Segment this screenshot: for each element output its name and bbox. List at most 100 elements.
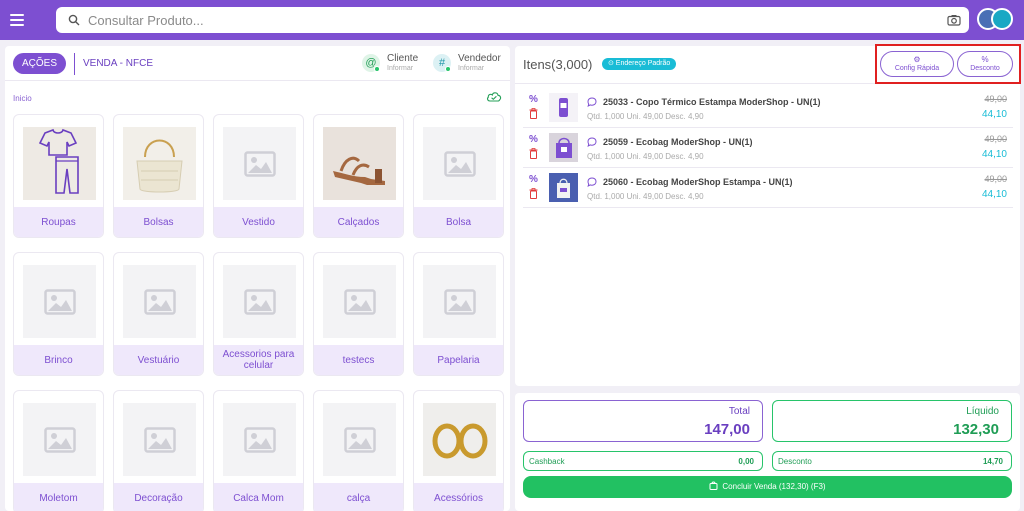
- category-image: [323, 265, 396, 338]
- finish-sale-button[interactable]: Concluir Venda (132,30) (F3): [523, 476, 1012, 498]
- status-dot: [374, 66, 380, 72]
- search-input[interactable]: [88, 10, 928, 30]
- comment-icon[interactable]: [587, 137, 597, 147]
- item-price: 44,10: [981, 189, 1007, 200]
- image-placeholder-icon: [444, 151, 476, 177]
- category-tile[interactable]: Bolsa: [413, 114, 504, 238]
- category-label: Bolsa: [414, 207, 503, 237]
- category-image: [223, 265, 296, 338]
- discount-total-value: 14,70: [982, 457, 1003, 466]
- image-placeholder-icon: [44, 289, 76, 315]
- cashback-field[interactable]: Cashback 0,00: [523, 451, 763, 471]
- category-tile[interactable]: testecs: [313, 252, 404, 376]
- divider: [74, 53, 75, 75]
- category-label: Calçados: [314, 207, 403, 237]
- item-meta: Qtd. 1,000 Uni. 49,00 Desc. 4,90: [587, 112, 704, 121]
- menu-icon[interactable]: [9, 11, 25, 27]
- client-sub: Informar: [387, 65, 414, 72]
- camera-icon[interactable]: [947, 13, 961, 27]
- totals-panel: Total 147,00 Líquido 132,30 Cashback 0,0…: [515, 393, 1020, 511]
- item-price: 44,10: [981, 149, 1007, 160]
- image-placeholder-icon: [344, 427, 376, 453]
- category-label: Vestido: [214, 207, 303, 237]
- quick-config-label: Config Rápida: [894, 65, 940, 72]
- category-tile[interactable]: Acessorios para celular: [213, 252, 304, 376]
- client-selector[interactable]: @ Cliente Informar: [362, 52, 422, 76]
- trash-icon[interactable]: [529, 108, 538, 119]
- category-label: Calca Mom: [214, 483, 303, 511]
- net-value: 132,30: [953, 421, 999, 438]
- cart-icon: [709, 481, 718, 490]
- category-tile[interactable]: Papelaria: [413, 252, 504, 376]
- category-tile[interactable]: Vestido: [213, 114, 304, 238]
- discount-field[interactable]: Desconto 14,70: [772, 451, 1012, 471]
- category-tile[interactable]: calça: [313, 390, 404, 511]
- category-tile[interactable]: Calçados: [313, 114, 404, 238]
- quick-config-button[interactable]: ⚙ Config Rápida: [880, 51, 954, 77]
- actions-button[interactable]: AÇÕES: [13, 53, 66, 74]
- item-name: 25059 - Ecobag ModerShop - UN(1): [603, 137, 753, 147]
- seller-selector[interactable]: # Vendedor Informar: [433, 52, 503, 76]
- search-icon: [68, 14, 80, 26]
- breadcrumb[interactable]: Inicio: [13, 94, 32, 103]
- category-image: [123, 403, 196, 476]
- list-item[interactable]: % 25033 - Copo Térmico Estampa ModerShop…: [523, 89, 1013, 128]
- category-tile[interactable]: Decoração: [113, 390, 204, 511]
- item-name: 25033 - Copo Térmico Estampa ModerShop -…: [603, 97, 821, 107]
- sale-header: AÇÕES VENDA - NFCE @ Cliente Informar # …: [5, 46, 510, 81]
- category-tile[interactable]: Acessórios: [413, 390, 504, 511]
- address-badge[interactable]: ⊙ Endereço Padrão: [602, 58, 677, 70]
- discount-label: Desconto: [970, 65, 1000, 72]
- category-label: Papelaria: [414, 345, 503, 375]
- gear-icon: ⚙: [913, 55, 921, 64]
- category-tile[interactable]: Calca Mom: [213, 390, 304, 511]
- earrings-image: [423, 403, 496, 476]
- items-title: Itens(3,000): [523, 57, 593, 72]
- category-tile[interactable]: Bolsas: [113, 114, 204, 238]
- discount-total-label: Desconto: [778, 457, 812, 466]
- comment-icon[interactable]: [587, 97, 597, 107]
- trash-icon[interactable]: [529, 148, 538, 159]
- category-tile[interactable]: Roupas: [13, 114, 104, 238]
- sandal-image: [323, 127, 396, 200]
- category-image: [323, 127, 396, 200]
- image-placeholder-icon: [44, 427, 76, 453]
- avatar[interactable]: [991, 8, 1013, 30]
- percent-icon[interactable]: %: [529, 134, 538, 145]
- category-image: [23, 403, 96, 476]
- category-image: [323, 403, 396, 476]
- image-placeholder-icon: [144, 289, 176, 315]
- image-placeholder-icon: [144, 427, 176, 453]
- comment-icon[interactable]: [587, 177, 597, 187]
- category-label: Acessorios para celular: [214, 345, 303, 375]
- category-label: Vestuário: [114, 345, 203, 375]
- items-header: Itens(3,000) ⊙ Endereço Padrão ⚙ Config …: [515, 44, 1021, 84]
- discount-button[interactable]: % Desconto: [957, 51, 1013, 77]
- category-image: [223, 127, 296, 200]
- category-image: [423, 265, 496, 338]
- cashback-label: Cashback: [529, 457, 565, 466]
- image-placeholder-icon: [244, 289, 276, 315]
- category-tile[interactable]: Brinco: [13, 252, 104, 376]
- trash-icon[interactable]: [529, 188, 538, 199]
- list-item[interactable]: % 25060 - Ecobag ModerShop Estampa - UN(…: [523, 169, 1013, 208]
- list-item[interactable]: % 25059 - Ecobag ModerShop - UN(1) Qtd. …: [523, 129, 1013, 168]
- category-image: [223, 403, 296, 476]
- clothes-icon: [38, 128, 79, 194]
- category-label: Decoração: [114, 483, 203, 511]
- sale-title: VENDA - NFCE: [83, 58, 154, 69]
- percent-icon[interactable]: %: [529, 94, 538, 105]
- percent-icon[interactable]: %: [529, 174, 538, 185]
- user-avatars[interactable]: [977, 8, 1015, 32]
- category-tile[interactable]: Vestuário: [113, 252, 204, 376]
- item-name: 25060 - Ecobag ModerShop Estampa - UN(1): [603, 177, 793, 187]
- seller-sub: Informar: [458, 65, 485, 72]
- category-label: Brinco: [14, 345, 103, 375]
- client-label: Cliente: [387, 53, 419, 64]
- category-label: Acessórios: [414, 483, 503, 511]
- total-box: Total 147,00: [523, 400, 763, 442]
- category-label: testecs: [314, 345, 403, 375]
- item-price: 44,10: [981, 109, 1007, 120]
- status-dot: [445, 66, 451, 72]
- category-tile[interactable]: Moletom: [13, 390, 104, 511]
